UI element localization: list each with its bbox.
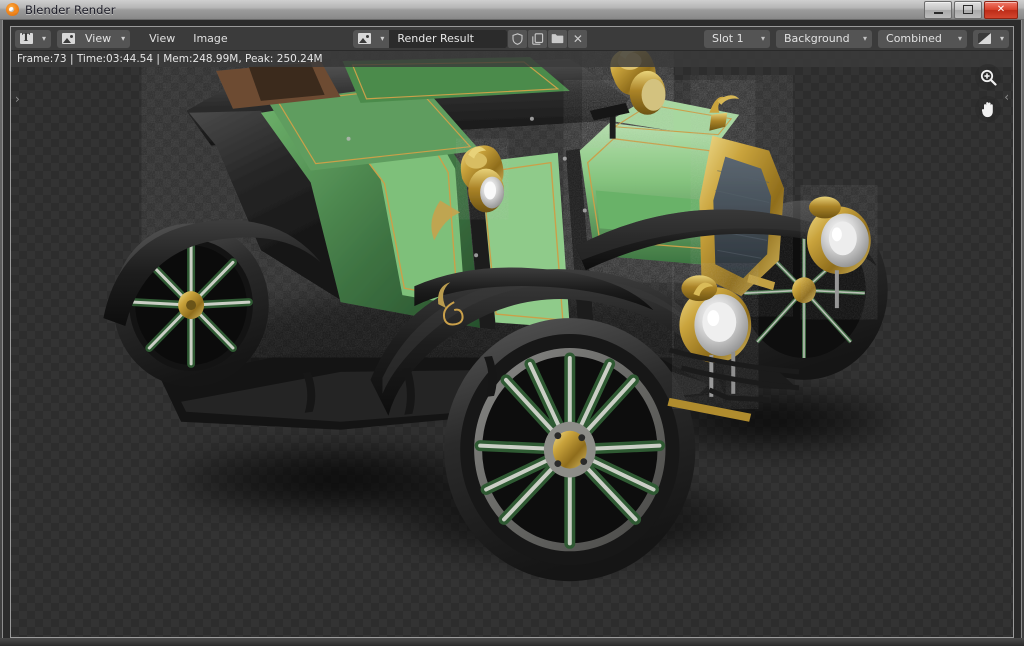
render-slot-label: Slot 1 <box>712 32 744 45</box>
shield-glyph <box>512 32 523 45</box>
render-slot-dropdown[interactable]: Slot 1 ▾ <box>704 29 771 48</box>
radiator-grille <box>699 95 785 297</box>
rear-left-wheel <box>113 223 269 387</box>
toolshelf-expand-arrow[interactable]: › <box>15 93 20 105</box>
view-mode-label[interactable]: View <box>79 29 117 48</box>
image-datablock-icon[interactable] <box>353 29 376 48</box>
image-editor: ▾ View ▾ View Image ▾ Render Result <box>10 26 1014 638</box>
display-channel-glyph <box>977 33 991 44</box>
minimize-icon <box>933 11 943 14</box>
maximize-icon <box>963 5 973 14</box>
sidebar-expand-arrow[interactable]: ‹ <box>1004 91 1009 103</box>
render-layer-dropdown[interactable]: Background ▾ <box>776 29 873 48</box>
titlebar-left: Blender Render <box>0 3 116 17</box>
close-icon: ✕ <box>572 31 583 46</box>
chevron-down-icon: ▾ <box>958 34 963 43</box>
chevron-down-icon[interactable]: ▾ <box>375 29 390 48</box>
close-icon: ✕ <box>996 3 1006 15</box>
image-icon-glyph <box>357 33 371 44</box>
copy-glyph <box>532 32 543 45</box>
display-channel-icon[interactable] <box>973 29 996 48</box>
render-layer-label: Background <box>784 32 850 45</box>
render-pass-dropdown[interactable]: Combined ▾ <box>878 29 968 48</box>
chevron-down-icon[interactable]: ▾ <box>116 29 131 48</box>
image-datablock-name[interactable]: Render Result <box>389 29 508 48</box>
unlink-image-button[interactable]: ✕ <box>568 29 588 48</box>
editor-type-glyph <box>19 33 33 44</box>
rear-wheel <box>444 318 696 582</box>
blender-logo-icon <box>6 3 19 16</box>
view-mode-selector[interactable]: View ▾ <box>57 29 131 48</box>
application-window: Blender Render ✕ ▾ <box>0 0 1024 646</box>
image-datablock-selector[interactable]: ▾ Render Result <box>353 29 508 48</box>
shield-icon[interactable] <box>508 29 528 48</box>
window-bottom-edge <box>0 638 1024 646</box>
image-canvas[interactable]: Frame:73 | Time:03:44.54 | Mem:248.99M, … <box>11 51 1013 637</box>
zoom-in-glyph <box>980 69 997 86</box>
chevron-down-icon[interactable]: ▾ <box>995 29 1010 48</box>
window-controls: ✕ <box>924 0 1024 19</box>
hand-pan-icon[interactable] <box>975 96 1001 122</box>
close-button[interactable]: ✕ <box>984 0 1018 19</box>
menu-image[interactable]: Image <box>184 30 236 48</box>
chevron-down-icon: ▾ <box>863 34 868 43</box>
minimize-button[interactable] <box>924 0 952 19</box>
display-channel-selector[interactable]: ▾ <box>973 29 1010 48</box>
render-result-image <box>103 51 919 582</box>
folder-glyph <box>552 34 564 44</box>
window-titlebar[interactable]: Blender Render ✕ <box>0 0 1024 20</box>
image-icon-glyph <box>61 33 75 44</box>
maximize-button[interactable] <box>954 0 982 19</box>
editor-header: ▾ View ▾ View Image ▾ Render Result <box>11 27 1013 51</box>
copy-icon[interactable] <box>528 29 548 48</box>
window-title: Blender Render <box>25 2 116 17</box>
render-pass-label: Combined <box>886 32 942 45</box>
image-editor-icon[interactable] <box>57 29 79 48</box>
chevron-down-icon[interactable]: ▾ <box>37 29 51 48</box>
folder-icon[interactable] <box>548 29 568 48</box>
menu-view[interactable]: View <box>140 30 184 48</box>
editor-type-selector[interactable]: ▾ <box>15 29 51 48</box>
chevron-down-icon: ▾ <box>761 34 766 43</box>
hand-pan-glyph <box>981 102 993 118</box>
zoom-in-icon[interactable] <box>975 64 1001 90</box>
editor-type-icon[interactable] <box>15 29 37 48</box>
